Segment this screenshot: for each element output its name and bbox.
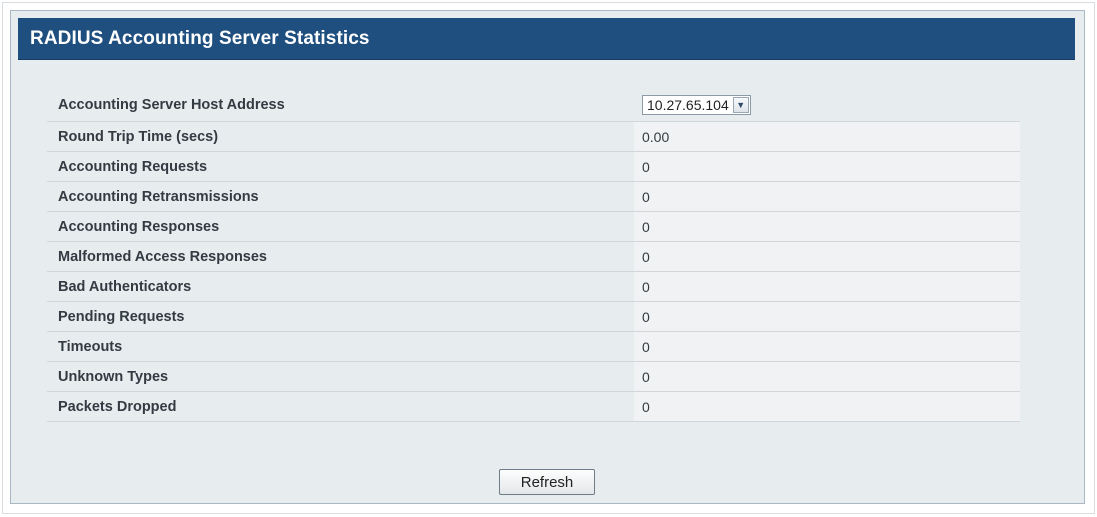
table-row: Accounting Responses 0 [47, 212, 1020, 242]
stat-label: Round Trip Time (secs) [58, 128, 219, 145]
table-row: Timeouts 0 [47, 332, 1020, 362]
stat-label: Unknown Types [58, 368, 169, 385]
refresh-button[interactable]: Refresh [499, 469, 595, 495]
stat-value: 0 [634, 332, 1020, 361]
stat-value: 0 [634, 362, 1020, 391]
panel-title-bar: RADIUS Accounting Server Statistics [18, 18, 1075, 60]
host-address-label: Accounting Server Host Address [58, 96, 285, 113]
stat-value: 0.00 [634, 122, 1020, 151]
stat-value: 0 [634, 392, 1020, 421]
stat-value: 0 [634, 182, 1020, 211]
table-row: Unknown Types 0 [47, 362, 1020, 392]
table-row: Pending Requests 0 [47, 302, 1020, 332]
stat-value: 0 [634, 242, 1020, 271]
table-row: Accounting Retransmissions 0 [47, 182, 1020, 212]
chevron-down-icon[interactable]: ▼ [732, 96, 749, 113]
table-row: Bad Authenticators 0 [47, 272, 1020, 302]
table-row-host-address: Accounting Server Host Address 10.27.65.… [47, 88, 1020, 122]
table-row: Accounting Requests 0 [47, 152, 1020, 182]
table-row: Round Trip Time (secs) 0.00 [47, 122, 1020, 152]
stat-value: 0 [634, 272, 1020, 301]
host-address-selected-value: 10.27.65.104 [647, 96, 729, 113]
stats-table: Accounting Server Host Address 10.27.65.… [47, 88, 1020, 422]
stat-label: Packets Dropped [58, 398, 177, 415]
table-row: Packets Dropped 0 [47, 392, 1020, 422]
stat-label: Pending Requests [58, 308, 185, 325]
stat-label: Malformed Access Responses [58, 248, 267, 265]
stat-value: 0 [634, 152, 1020, 181]
stat-label: Accounting Requests [58, 158, 208, 175]
stat-value: 0 [634, 302, 1020, 331]
stat-label: Accounting Responses [58, 218, 220, 235]
stat-label: Accounting Retransmissions [58, 188, 259, 205]
page-title: RADIUS Accounting Server Statistics [30, 28, 370, 49]
stat-value: 0 [634, 212, 1020, 241]
host-address-select[interactable]: 10.27.65.104 ▼ [642, 94, 751, 115]
table-row: Malformed Access Responses 0 [47, 242, 1020, 272]
host-address-value-cell: 10.27.65.104 ▼ [634, 88, 1020, 121]
stat-label: Timeouts [58, 338, 123, 355]
stat-label: Bad Authenticators [58, 278, 192, 295]
